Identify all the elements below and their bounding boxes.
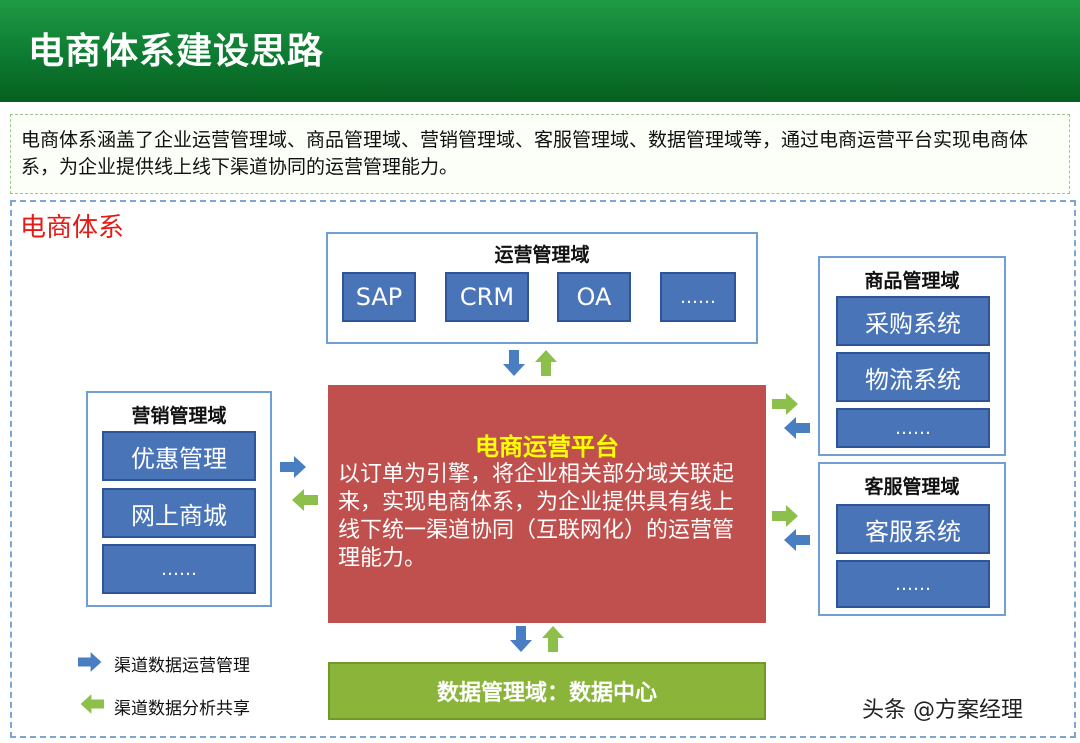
arrow-right-icon (280, 456, 306, 478)
arrows-layer (78, 350, 810, 714)
arrow-down-icon (503, 350, 525, 376)
arrow-up-icon (542, 626, 564, 652)
legend-green-arrow-icon (80, 694, 104, 714)
legend-green-label: 渠道数据分析共享 (114, 699, 250, 719)
legend-blue-arrow-icon (78, 652, 102, 672)
arrow-left-icon (784, 417, 810, 439)
arrow-left-icon (784, 529, 810, 551)
arrow-down-icon (510, 626, 532, 652)
arrow-left-icon (292, 489, 318, 511)
legend-blue-label: 渠道数据运营管理 (114, 656, 250, 676)
arrow-right-icon (772, 393, 798, 415)
arrow-up-icon (535, 350, 557, 376)
arrow-right-icon (772, 505, 798, 527)
watermark: 头条 @方案经理 (862, 698, 1023, 723)
